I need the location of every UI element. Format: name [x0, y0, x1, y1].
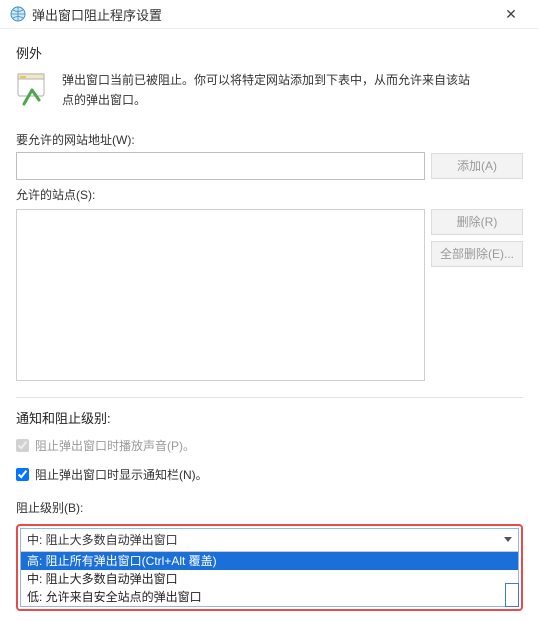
remove-button[interactable]: 删除(R)	[431, 209, 523, 235]
app-globe-icon	[10, 6, 26, 22]
close-dialog-button-edge[interactable]	[505, 583, 519, 607]
close-button[interactable]: ✕	[491, 0, 531, 28]
infobar-checkbox-row[interactable]: 阻止弹出窗口时显示通知栏(N)。	[16, 466, 523, 483]
intro-line1: 弹出窗口当前已被阻止。你可以将特定网站添加到下表中，从而允许来自该站	[62, 70, 470, 90]
sound-checkbox-label: 阻止弹出窗口时播放声音(P)。	[35, 437, 195, 454]
intro-row: 弹出窗口当前已被阻止。你可以将特定网站添加到下表中，从而允许来自该站 点的弹出窗…	[16, 70, 523, 111]
remove-all-button[interactable]: 全部删除(E)...	[431, 241, 523, 267]
site-buttons-column: 删除(R) 全部删除(E)...	[431, 209, 523, 267]
add-button[interactable]: 添加(A)	[431, 153, 523, 179]
dropdown-option-medium[interactable]: 中: 阻止大多数自动弹出窗口	[21, 570, 518, 588]
dropdown-list: 高: 阻止所有弹出窗口(Ctrl+Alt 覆盖) 中: 阻止大多数自动弹出窗口 …	[21, 551, 518, 606]
close-icon: ✕	[505, 6, 517, 23]
popup-blocker-settings-dialog: 弹出窗口阻止程序设置 ✕ 例外 弹出窗口当前已被阻止。你可以将特定网站添加到下表…	[0, 0, 539, 599]
separator	[16, 397, 523, 398]
exceptions-heading: 例外	[16, 43, 523, 62]
sound-checkbox	[16, 439, 29, 452]
blocking-level-label: 阻止级别(B):	[16, 499, 523, 516]
infobar-checkbox[interactable]	[16, 468, 29, 481]
notification-heading: 通知和阻止级别:	[16, 408, 523, 427]
allow-address-input[interactable]	[16, 152, 425, 180]
dropdown-current[interactable]: 中: 阻止大多数自动弹出窗口	[21, 529, 518, 551]
dropdown-current-text: 中: 阻止大多数自动弹出窗口	[27, 531, 178, 548]
blocking-level-highlight: 中: 阻止大多数自动弹出窗口 高: 阻止所有弹出窗口(Ctrl+Alt 覆盖) …	[16, 524, 523, 611]
allowed-sites-label: 允许的站点(S):	[16, 186, 523, 203]
allowed-sites-listbox[interactable]	[16, 209, 425, 381]
dialog-titlebar: 弹出窗口阻止程序设置 ✕	[0, 0, 539, 29]
sound-checkbox-row: 阻止弹出窗口时播放声音(P)。	[16, 437, 523, 454]
chevron-down-icon	[504, 537, 512, 542]
intro-text: 弹出窗口当前已被阻止。你可以将特定网站添加到下表中，从而允许来自该站 点的弹出窗…	[62, 70, 470, 111]
dialog-body: 例外 弹出窗口当前已被阻止。你可以将特定网站添加到下表中，从而允许来自该站 点的…	[0, 29, 539, 621]
allow-address-label: 要允许的网站地址(W):	[16, 131, 523, 148]
dropdown-option-high[interactable]: 高: 阻止所有弹出窗口(Ctrl+Alt 覆盖)	[21, 552, 518, 570]
dialog-title: 弹出窗口阻止程序设置	[32, 5, 491, 24]
popup-info-icon	[16, 70, 52, 110]
dropdown-option-low[interactable]: 低: 允许来自安全站点的弹出窗口	[21, 588, 518, 606]
infobar-checkbox-label: 阻止弹出窗口时显示通知栏(N)。	[35, 466, 208, 483]
blocking-level-dropdown[interactable]: 中: 阻止大多数自动弹出窗口 高: 阻止所有弹出窗口(Ctrl+Alt 覆盖) …	[20, 528, 519, 607]
intro-line2: 点的弹出窗口。	[62, 90, 470, 110]
address-row: 添加(A)	[16, 152, 523, 180]
allowed-sites-area: 删除(R) 全部删除(E)...	[16, 209, 523, 381]
